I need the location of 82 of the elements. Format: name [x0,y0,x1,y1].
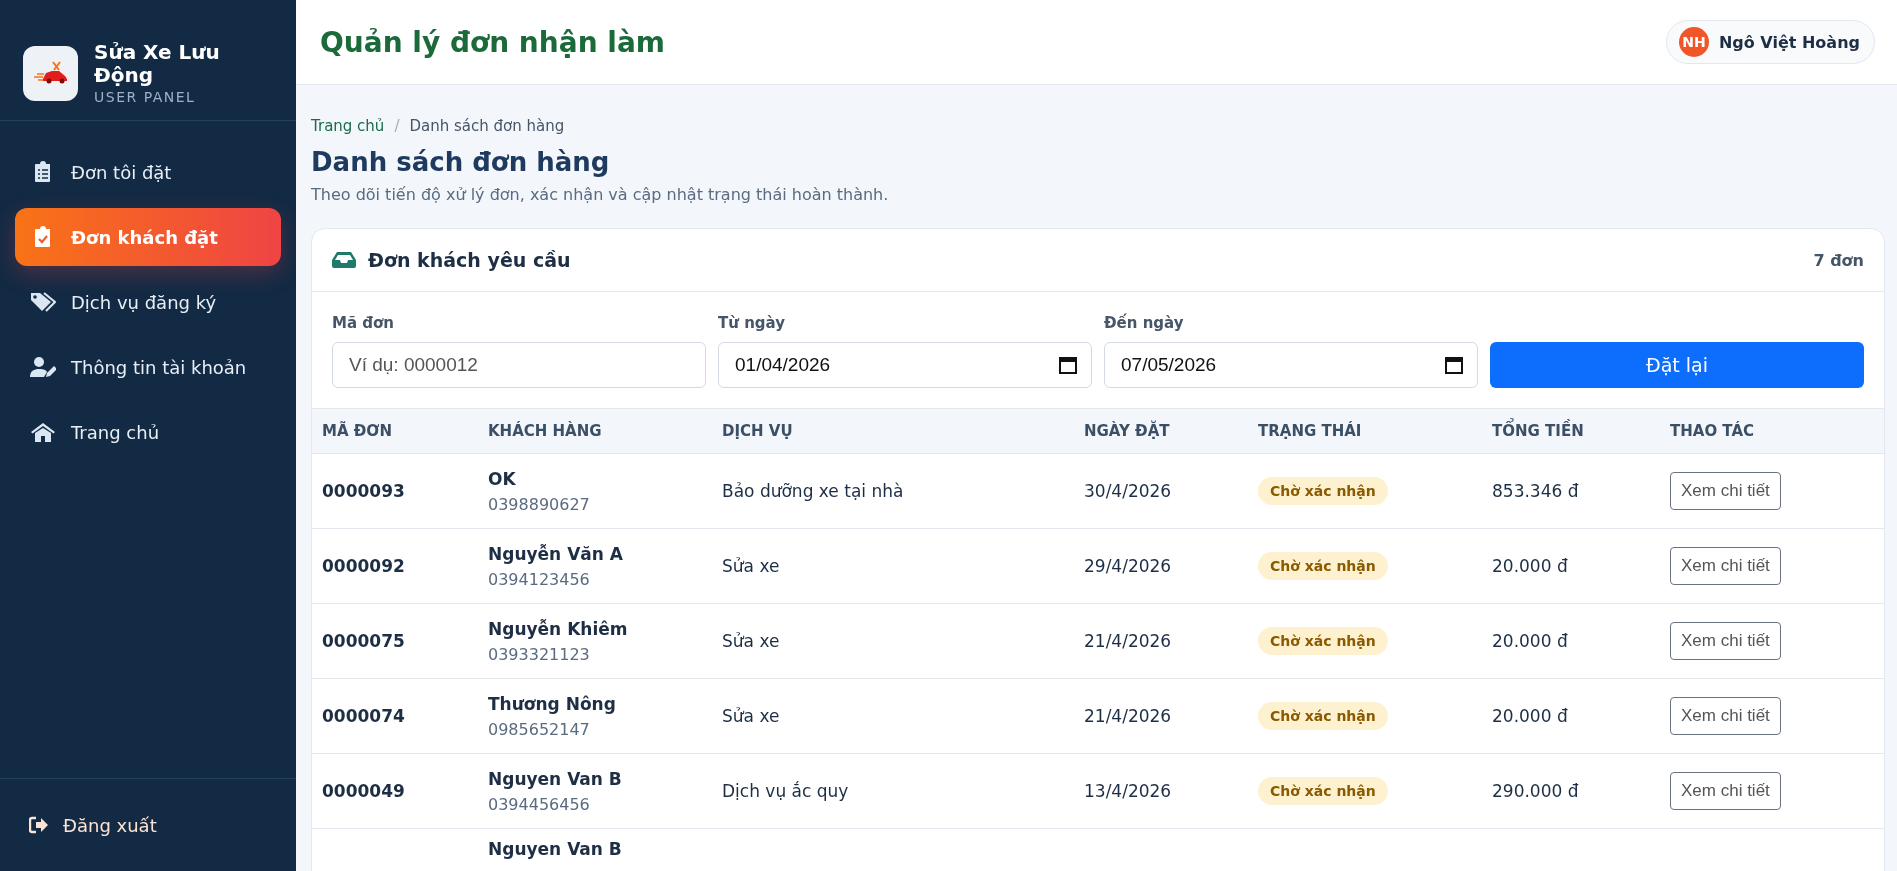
logout-link[interactable]: Đăng xuất [29,814,157,836]
view-details-button[interactable]: Xem chi tiết [1670,772,1781,810]
breadcrumb-current: Danh sách đơn hàng [409,117,565,135]
order-id: 0000074 [322,706,405,726]
status-badge: Chờ xác nhận [1258,777,1388,805]
brand-title: Sửa Xe Lưu Động [94,41,221,87]
status-badge: Chờ xác nhận [1258,552,1388,580]
column-header: THAO TÁC [1669,422,1756,440]
order-date: 29/4/2026 [1084,556,1172,576]
filter-label: Từ ngày [718,314,786,332]
user-menu[interactable]: NH Ngô Việt Hoàng [1665,20,1875,64]
page-header-title: Quản lý đơn nhận làm [320,25,665,59]
order-date: 30/4/2026 [1084,481,1172,501]
service-name: Bảo dưỡng xe tại nhà [722,481,904,501]
order-id: 0000075 [322,631,405,651]
nav-item[interactable]: Trang chủ [15,403,281,461]
column-header: TRẠNG THÁI [1257,422,1363,440]
column-header: KHÁCH HÀNG [487,422,603,440]
order-id: 0000093 [322,481,405,501]
customer-phone: 0394123456 [488,569,591,589]
customer-phone: 0394456456 [488,794,591,814]
calendar-icon[interactable] [1444,355,1464,375]
order-count: 7 đơn [1813,250,1864,270]
customer-name: Nguyễn Văn A [488,543,624,564]
card-title: Đơn khách yêu cầu [368,249,571,271]
user-name: Ngô Việt Hoàng [1718,32,1860,52]
order-total: 853.346 đ [1492,481,1579,501]
brand-subtitle: USER PANEL [94,89,197,105]
service-name: Sửa xe [722,706,780,726]
service-name: Dịch vụ ắc quy [722,781,849,801]
view-details-button[interactable]: Xem chi tiết [1670,622,1781,660]
customer-name: Thương Nông [488,693,617,714]
date-field[interactable]: 01/04/2026 [718,342,1092,388]
clipboard-check-icon [34,226,52,248]
customer-name: Nguyen Van B [488,768,623,789]
tags-icon [30,291,56,313]
service-name: Sửa xe [722,556,780,576]
order-date: 21/4/2026 [1084,706,1172,726]
home-icon [31,422,55,442]
customer-phone: 0393321123 [488,644,591,664]
status-badge: Chờ xác nhận [1258,702,1388,730]
page-subtitle: Theo dõi tiến độ xử lý đơn, xác nhận và cập nhật trạng thái hoàn thành. [311,185,890,204]
customer-name: Nguyen Van B [488,839,623,859]
breadcrumb-link[interactable]: Trang chủ [311,117,385,135]
inbox-icon [332,252,356,268]
column-header: MÃ ĐƠN [321,422,393,440]
reset-button[interactable]: Đặt lại [1490,342,1864,388]
column-header: NGÀY ĐẶT [1083,422,1171,440]
column-header: DỊCH VỤ [721,422,794,440]
view-details-button[interactable]: Xem chi tiết [1670,472,1781,510]
avatar: NH [1678,27,1709,57]
nav-item[interactable]: Dịch vụ đăng ký [15,273,281,331]
order-total: 20.000 đ [1492,556,1568,576]
order-id: 0000092 [322,556,405,576]
calendar-icon[interactable] [1058,355,1078,375]
order-id-field[interactable]: Ví dụ: 0000012 [332,342,706,388]
logout-icon [29,816,49,834]
service-name: Sửa xe [722,631,780,651]
customer-phone: 0985652147 [488,719,591,739]
order-total: 20.000 đ [1492,706,1568,726]
status-badge: Chờ xác nhận [1258,477,1388,505]
order-total: 20.000 đ [1492,631,1568,651]
filter-label: Mã đơn [332,314,395,332]
customer-name: Nguyễn Khiêm [488,618,629,639]
order-id: 0000049 [322,781,405,801]
page-title: Danh sách đơn hàng [311,147,611,177]
order-date: 13/4/2026 [1084,781,1172,801]
date-field[interactable]: 07/05/2026 [1104,342,1478,388]
order-date: 21/4/2026 [1084,631,1172,651]
nav-item[interactable]: Thông tin tài khoản [15,338,281,396]
filter-label: Đến ngày [1104,314,1185,332]
view-details-button[interactable]: Xem chi tiết [1670,547,1781,585]
customer-phone: 0398890627 [488,494,591,514]
order-total: 290.000 đ [1492,781,1579,801]
status-badge: Chờ xác nhận [1258,627,1388,655]
nav-item[interactable]: Đơn tôi đặt [15,143,281,201]
customer-name: OK [488,468,517,489]
logo-icon [23,45,78,101]
user-edit-icon [30,356,56,378]
clipboard-list-icon [34,161,52,183]
view-details-button[interactable]: Xem chi tiết [1670,697,1781,735]
breadcrumb-separator: / [394,117,400,135]
